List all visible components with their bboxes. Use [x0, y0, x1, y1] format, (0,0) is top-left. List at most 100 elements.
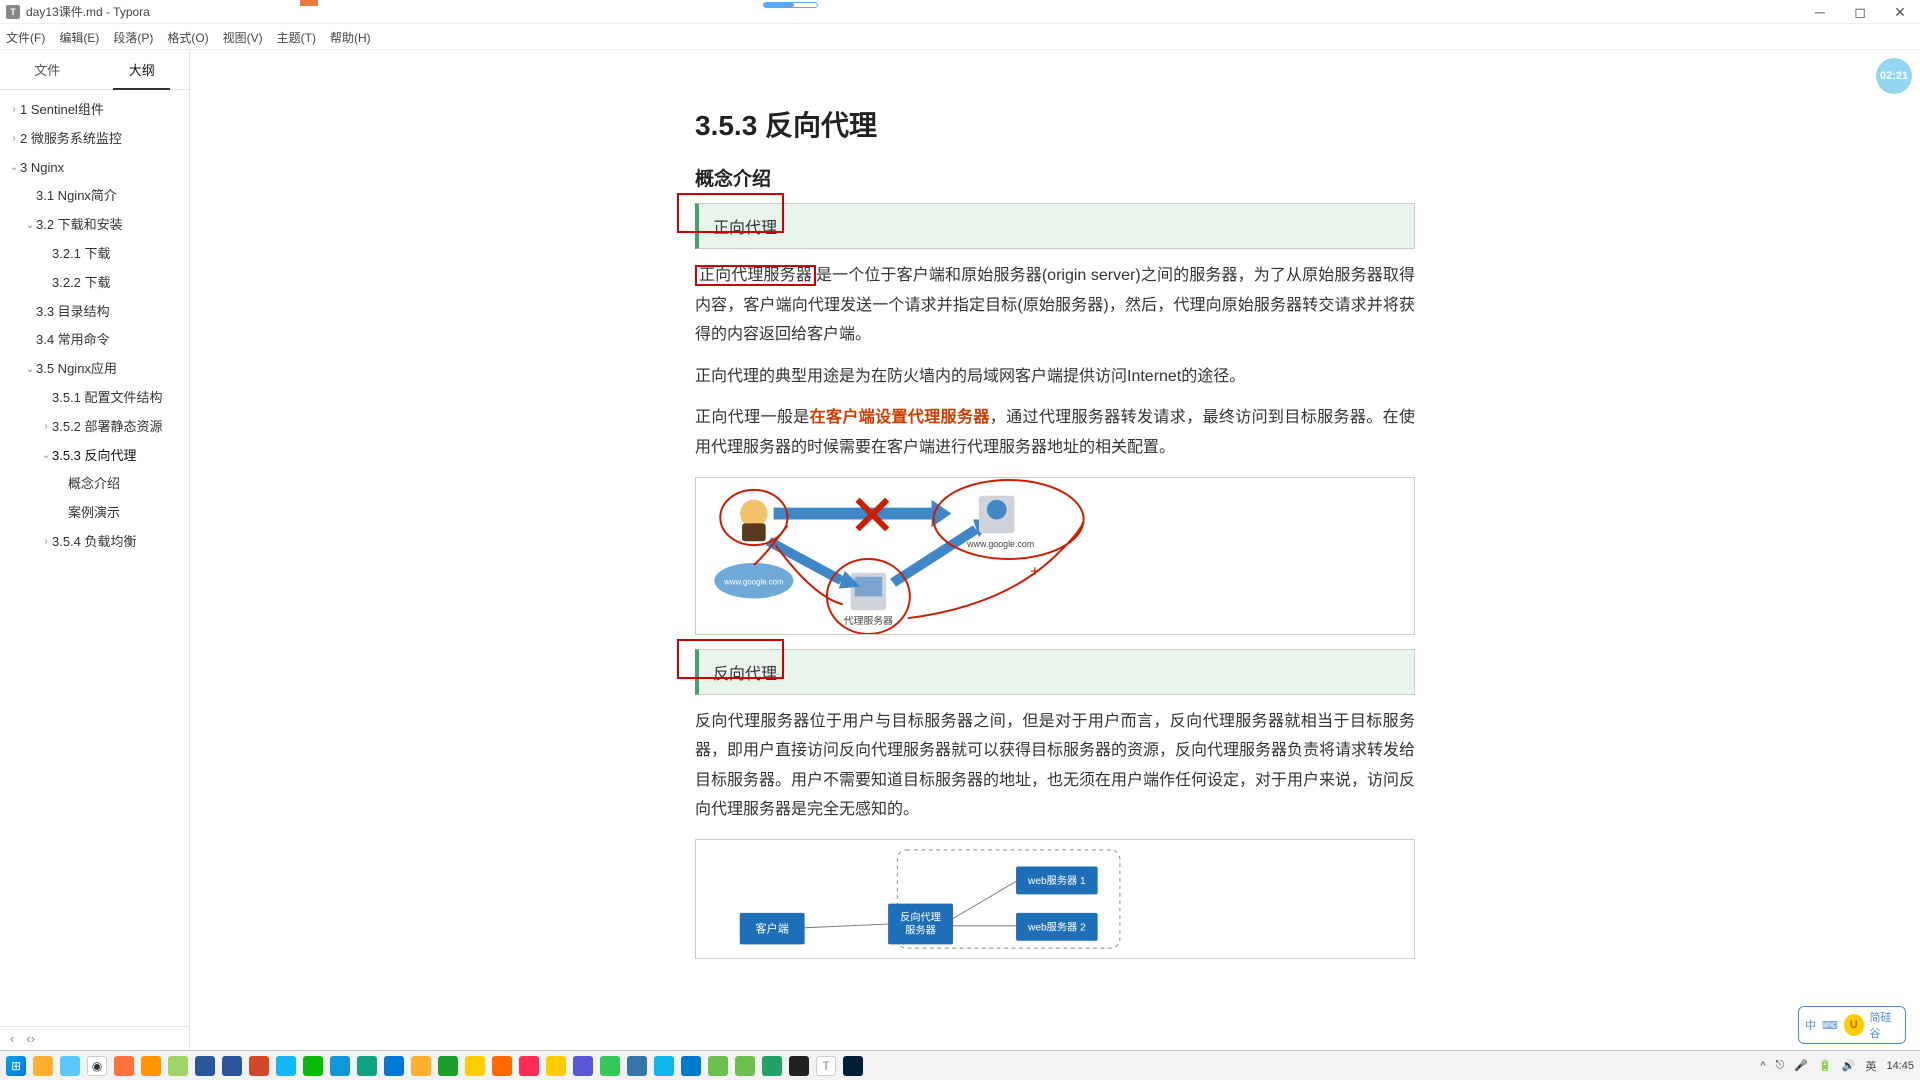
tray-battery-icon[interactable]: 🔋 [1818, 1059, 1832, 1072]
taskbar-docker-icon[interactable] [654, 1056, 674, 1076]
svg-text:服务器: 服务器 [905, 923, 936, 936]
close-button[interactable]: ✕ [1880, 0, 1920, 24]
heading-concept[interactable]: 概念介绍 [695, 164, 1415, 191]
diag1-target-label: www.google.com [966, 539, 1034, 549]
taskbar-app5-icon[interactable] [519, 1056, 539, 1076]
taskbar-app6-icon[interactable] [546, 1056, 566, 1076]
taskbar-app10-icon[interactable] [735, 1056, 755, 1076]
diagram-forward-proxy: www.google.com 代理服务器 www.google.com [695, 477, 1415, 635]
taskbar-edge-icon[interactable] [384, 1056, 404, 1076]
menu-paragraph[interactable]: 段落(P) [113, 29, 153, 46]
heading-3-5-3[interactable]: 3.5.3 反向代理 [695, 104, 1415, 144]
outline-item-label: 3.2.2 下载 [52, 273, 111, 294]
outline-item[interactable]: ⌄3.5 Nginx应用 [0, 355, 189, 384]
menu-view[interactable]: 视图(V) [223, 29, 263, 46]
editor[interactable]: 02:21 3.5.3 反向代理 概念介绍 正向代理 正向代理服务器是一个位于客… [190, 50, 1920, 1050]
taskbar-notepad-icon[interactable] [168, 1056, 188, 1076]
taskbar-app7-icon[interactable] [573, 1056, 593, 1076]
outline-caret-icon: › [8, 131, 20, 147]
outline-item[interactable]: 3.5.1 配置文件结构 [0, 384, 189, 413]
outline-item[interactable]: ›3.5.2 部署静态资源 [0, 413, 189, 442]
taskbar-player-icon[interactable] [762, 1056, 782, 1076]
outline-item[interactable]: ⌄3.5.3 反向代理 [0, 442, 189, 471]
outline-item[interactable]: ›3.5.4 负载均衡 [0, 528, 189, 557]
start-button[interactable]: ⊞ [6, 1056, 26, 1076]
taskbar-vscode-icon[interactable] [681, 1056, 701, 1076]
outline-item[interactable]: 案例演示 [0, 499, 189, 528]
taskbar-chrome-icon[interactable]: ◉ [87, 1056, 107, 1076]
taskbar-app4-icon[interactable] [492, 1056, 512, 1076]
menu-theme[interactable]: 主题(T) [277, 29, 316, 46]
taskbar-ppt-icon[interactable] [249, 1056, 269, 1076]
taskbar-app9-icon[interactable] [708, 1056, 728, 1076]
tray-clock[interactable]: 14:45 [1886, 1060, 1914, 1072]
taskbar-wechat-icon[interactable] [303, 1056, 323, 1076]
taskbar-word-icon[interactable] [195, 1056, 215, 1076]
menu-file[interactable]: 文件(F) [6, 29, 45, 46]
titlebar: T day13课件.md - Typora ─ ◻ ✕ [0, 0, 1920, 24]
outline-caret-icon: ⌄ [40, 448, 52, 464]
outline-item[interactable]: ›2 微服务系统监控 [0, 125, 189, 154]
tray-volume-icon[interactable]: 🔊 [1842, 1059, 1856, 1072]
taskbar-cloud-icon[interactable] [60, 1056, 80, 1076]
outline-item[interactable]: ⌄3.2 下载和安装 [0, 211, 189, 240]
menu-edit[interactable]: 编辑(E) [59, 29, 99, 46]
annotation-plus: + [1030, 563, 1039, 580]
taskbar-pycharm-icon[interactable] [627, 1056, 647, 1076]
outline-item[interactable]: 概念介绍 [0, 470, 189, 499]
outline-item[interactable]: ›1 Sentinel组件 [0, 96, 189, 125]
taskbar-terminal-icon[interactable] [789, 1056, 809, 1076]
minimize-button[interactable]: ─ [1800, 0, 1840, 24]
outline-item[interactable]: 3.3 目录结构 [0, 298, 189, 327]
ime-label: 简硅谷 [1870, 1009, 1899, 1041]
taskbar-app1-icon[interactable] [357, 1056, 377, 1076]
outline-item[interactable]: 3.4 常用命令 [0, 326, 189, 355]
quote-reverse-proxy[interactable]: 反向代理 [695, 649, 1415, 695]
taskbar-app3-icon[interactable] [465, 1056, 485, 1076]
taskbar-explorer-icon[interactable] [33, 1056, 53, 1076]
outline-item[interactable]: 3.1 Nginx简介 [0, 182, 189, 211]
paragraph-4[interactable]: 反向代理服务器位于用户与目标服务器之间，但是对于用户而言，反向代理服务器就相当于… [695, 707, 1415, 825]
quote-forward-proxy[interactable]: 正向代理 [695, 203, 1415, 249]
annotation-box-quote2 [677, 639, 784, 679]
taskbar-firefox-icon[interactable] [114, 1056, 134, 1076]
taskbar-onenote-icon[interactable] [222, 1056, 242, 1076]
outline-item[interactable]: 3.2.2 下载 [0, 269, 189, 298]
maximize-button[interactable]: ◻ [1840, 0, 1880, 24]
ime-brand-icon: U [1844, 1014, 1864, 1036]
ime-floating-panel[interactable]: 中⌨ U 简硅谷 [1798, 1006, 1906, 1044]
outline-item[interactable]: ⌄3 Nginx [0, 154, 189, 183]
tab-outline[interactable]: 大纲 [95, 50, 190, 89]
menu-help[interactable]: 帮助(H) [330, 29, 371, 46]
outline-caret-icon: › [40, 534, 52, 550]
outline-item-label: 2 微服务系统监控 [20, 129, 122, 150]
outline-item-label: 案例演示 [68, 503, 120, 524]
taskbar-hbuilder-icon[interactable] [438, 1056, 458, 1076]
tray-chevron-icon[interactable]: ^ [1760, 1060, 1765, 1072]
outline-item-label: 3.5.1 配置文件结构 [52, 388, 163, 409]
taskbar-dingtalk-icon[interactable] [330, 1056, 350, 1076]
paragraph-1[interactable]: 正向代理服务器是一个位于客户端和原始服务器(origin server)之间的服… [695, 261, 1415, 350]
app-icon: T [6, 5, 20, 19]
taskbar-app2-icon[interactable] [411, 1056, 431, 1076]
paragraph-2[interactable]: 正向代理的典型用途是为在防火墙内的局域网客户端提供访问Internet的途径。 [695, 362, 1415, 392]
paragraph-3[interactable]: 正向代理一般是在客户端设置代理服务器，通过代理服务器转发请求，最终访问到目标服务… [695, 403, 1415, 462]
tray-bluetooth-icon[interactable]: ⎋ [1776, 1059, 1785, 1072]
outline-item-label: 1 Sentinel组件 [20, 100, 104, 121]
system-tray[interactable]: ^ ⎋ 🎤 🔋 🔊 英 14:45 [1760, 1058, 1914, 1074]
outline-item-label: 3.3 目录结构 [36, 302, 110, 323]
taskbar-typora-icon[interactable]: T [816, 1056, 836, 1076]
diag1-cloud-left: www.google.com [723, 577, 784, 586]
menu-format[interactable]: 格式(O) [167, 29, 208, 46]
tray-ime-icon[interactable]: 英 [1865, 1058, 1876, 1074]
back-icon[interactable]: ‹ [10, 1031, 14, 1046]
tray-mic-icon[interactable]: 🎤 [1794, 1059, 1808, 1072]
outline-item[interactable]: 3.2.1 下载 [0, 240, 189, 269]
taskbar-app8-icon[interactable] [600, 1056, 620, 1076]
taskbar-qq-icon[interactable] [276, 1056, 296, 1076]
taskbar-sublime-icon[interactable] [141, 1056, 161, 1076]
tab-files[interactable]: 文件 [0, 50, 95, 89]
code-icon[interactable]: ‹› [26, 1031, 35, 1046]
sidebar-footer: ‹ ‹› [0, 1026, 189, 1050]
taskbar-photoshop-icon[interactable] [843, 1056, 863, 1076]
